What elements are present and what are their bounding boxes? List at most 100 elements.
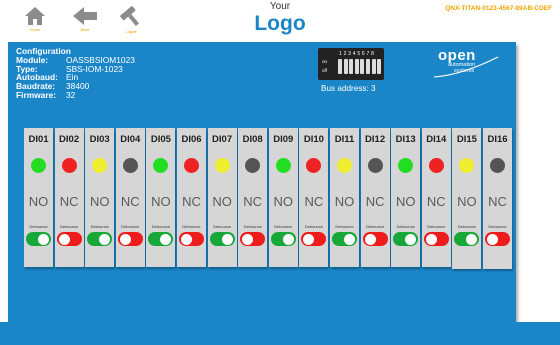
channel-mode[interactable]: NC [116, 194, 145, 209]
channel-name: DI03 [89, 134, 110, 145]
configuration-block: Configuration Module: OASSBSIOM1023 Type: S… [16, 47, 135, 100]
channel-mode[interactable]: NO [146, 194, 175, 209]
debounce-toggle[interactable] [117, 232, 143, 246]
debounce-toggle[interactable] [393, 232, 419, 246]
dip-switch-lever [371, 59, 376, 74]
debounce-toggle[interactable] [179, 232, 204, 246]
status-led-indicator [214, 158, 230, 173]
channel-card-di04: DI04 NC Debounce [115, 128, 145, 267]
status-led-indicator [306, 158, 322, 173]
dip-switch-lever [366, 59, 370, 74]
channel-mode[interactable]: NO [208, 194, 237, 209]
channel-mode[interactable]: NC [55, 194, 84, 209]
toggle-knob [487, 233, 498, 245]
debounce-label: Debounce [427, 224, 446, 229]
status-led-indicator [122, 158, 138, 173]
status-led-indicator [398, 158, 414, 173]
dip-switch-lever [360, 59, 365, 74]
debounce-label: Debounce [151, 224, 171, 229]
debounce-label: Debounce [182, 224, 201, 229]
debounce-toggle[interactable] [301, 232, 327, 246]
channel-mode[interactable]: NC [361, 194, 390, 209]
channel-card-di09: DI09 NO Debounce [268, 128, 298, 267]
status-led-indicator [459, 158, 475, 173]
debounce-toggle[interactable] [87, 232, 113, 246]
channel-mode[interactable]: NO [330, 194, 359, 209]
channel-name: DI07 [212, 134, 233, 145]
toggle-knob [282, 233, 294, 245]
channel-name: DI09 [273, 134, 294, 145]
channel-mode[interactable]: NC [299, 194, 328, 209]
debounce-toggle[interactable] [270, 232, 296, 246]
debounce-toggle[interactable] [148, 232, 174, 246]
channel-name: DI13 [395, 134, 416, 145]
logoff-button[interactable]: Logoff [114, 6, 148, 40]
channel-name: DI01 [28, 134, 49, 145]
channel-name: DI16 [487, 134, 508, 145]
channel-mode[interactable]: NC [483, 194, 512, 209]
debounce-toggle[interactable] [485, 232, 510, 246]
debounce-toggle[interactable] [26, 232, 51, 246]
channel-name: DI15 [456, 134, 477, 145]
channel-mode[interactable]: NC [238, 194, 267, 209]
debounce-label: Debounce [457, 224, 477, 229]
toggle-knob [303, 233, 315, 245]
channel-mode[interactable]: NO [391, 194, 420, 209]
toggle-knob [181, 233, 192, 245]
debounce-label: Debounce [121, 224, 140, 229]
config-value: 32 [66, 89, 76, 100]
toggle-knob [160, 233, 172, 245]
channel-card-di13: DI13 NO Debounce [391, 128, 421, 267]
channel-name: DI04 [120, 134, 141, 145]
dip-switch-lever [343, 59, 348, 74]
back-button[interactable]: Back [68, 6, 102, 40]
open-automation-logo: open automation systems [432, 47, 504, 79]
bottom-strip [0, 322, 560, 345]
debounce-toggle[interactable] [423, 232, 449, 246]
channel-mode[interactable]: NO [269, 194, 298, 209]
channel-name: DI05 [150, 134, 171, 145]
toggle-knob [58, 233, 70, 245]
channel-card-di10: DI10 NC Debounce [299, 128, 329, 267]
channel-card-di15: DI15 NO Debounce [452, 128, 482, 269]
dip-switch-lever [349, 59, 354, 74]
debounce-label: Debounce [274, 224, 293, 229]
channel-mode[interactable]: NO [85, 194, 114, 209]
channel-card-di02: DI02 NC Debounce [54, 128, 84, 267]
channel-name: DI10 [303, 134, 324, 145]
debounce-toggle[interactable] [209, 232, 235, 246]
toggle-knob [242, 233, 254, 245]
dip-switch-lever [338, 59, 342, 74]
channel-name: DI14 [426, 134, 447, 145]
status-led-indicator [31, 158, 46, 173]
channel-card-di06: DI06 NC Debounce [177, 128, 206, 267]
debounce-toggle[interactable] [240, 232, 266, 246]
debounce-toggle[interactable] [362, 232, 388, 246]
status-led-indicator [92, 158, 108, 173]
debounce-label: Debounce [212, 224, 232, 229]
channel-mode[interactable]: NC [177, 194, 206, 209]
top-bar: Home Back Logoff Your Logo QNX-TITAN-012… [0, 0, 560, 42]
channel-mode[interactable]: NO [452, 194, 481, 209]
status-led-indicator [153, 158, 169, 173]
debounce-toggle[interactable] [332, 232, 357, 246]
debounce-label: Debounce [396, 224, 415, 229]
dip-numbers: 12345678 [339, 51, 376, 57]
toggle-knob [38, 233, 49, 245]
channel-mode[interactable]: NC [422, 194, 451, 209]
toggle-knob [119, 233, 131, 245]
toggle-knob [344, 233, 355, 245]
home-button[interactable]: Home [18, 6, 52, 40]
debounce-toggle[interactable] [454, 232, 480, 246]
debounce-label: Debounce [243, 224, 262, 229]
status-led-indicator [367, 158, 383, 173]
channel-card-di11: DI11 NO Debounce [330, 128, 359, 267]
channel-card-di03: DI03 NO Debounce [85, 128, 115, 267]
debounce-toggle[interactable] [56, 232, 82, 246]
status-led-indicator [184, 158, 199, 173]
channel-mode[interactable]: NO [24, 194, 53, 209]
debounce-label: Debounce [90, 224, 109, 229]
channel-name: DI06 [181, 134, 202, 145]
config-label: Firmware: [16, 89, 57, 100]
channel-card-di05: DI05 NO Debounce [146, 128, 176, 267]
